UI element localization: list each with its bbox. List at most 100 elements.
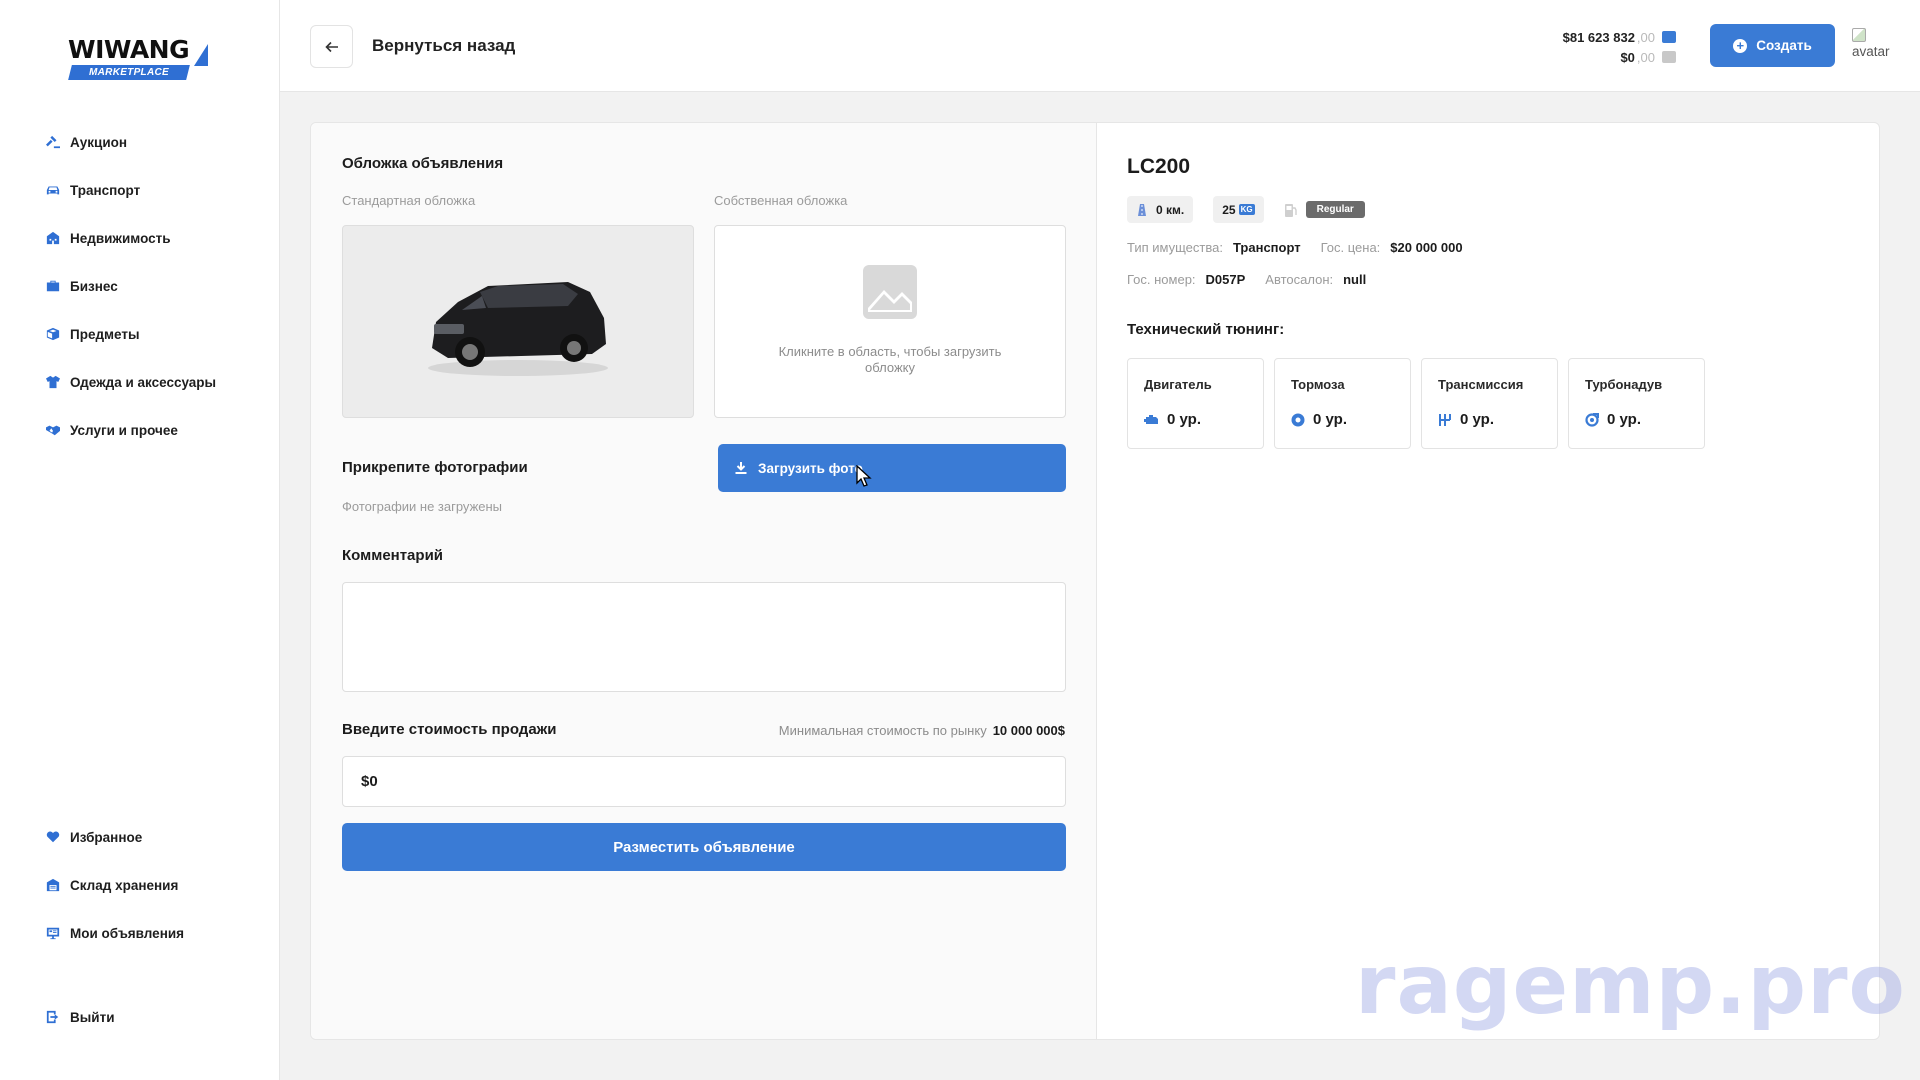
main-nav: Аукцион Транспорт Недвижимость Бизнес Пр…	[0, 118, 280, 454]
price-title: Введите стоимость продажи	[342, 721, 557, 738]
tuning-value: 0 ур.	[1167, 411, 1201, 428]
logout-label: Выйти	[70, 1009, 115, 1025]
post-listing-button[interactable]: Разместить объявление	[342, 823, 1066, 871]
sidebar-item-label: Избранное	[70, 829, 143, 845]
sidebar-item-label: Предметы	[70, 326, 140, 342]
tuning-value: 0 ур.	[1313, 411, 1347, 428]
tuning-name: Тормоза	[1291, 377, 1345, 392]
sidebar-item-label: Недвижимость	[70, 230, 171, 246]
price-input[interactable]: $0	[342, 756, 1066, 807]
weight-value: 25	[1222, 202, 1236, 217]
own-cover-hint: Кликните в область, чтобы загрузить обло…	[778, 344, 1002, 375]
tuning-title: Технический тюнинг:	[1127, 321, 1285, 338]
sidebar-item-label: Бизнес	[70, 278, 118, 294]
image-placeholder-icon	[863, 265, 917, 319]
plate-label: Гос. номер:	[1127, 272, 1196, 287]
top-header: Вернуться назад $81 623 832 ,00 $0 ,00 +…	[280, 0, 1920, 92]
tuning-value: 0 ур.	[1607, 411, 1641, 428]
min-price-label: Минимальная стоимость по рынку	[778, 723, 987, 738]
sidebar-item-label: Одежда и аксессуары	[70, 374, 217, 390]
tuning-value: 0 ур.	[1460, 411, 1494, 428]
logout-button[interactable]: Выйти	[0, 993, 280, 1041]
plate-value: D057P	[1205, 272, 1246, 287]
create-button[interactable]: + Создать	[1710, 24, 1835, 67]
tuning-name: Трансмиссия	[1438, 377, 1524, 392]
card-icon	[1662, 51, 1676, 63]
sidebar-item-label: Услуги и прочее	[70, 422, 178, 438]
own-cover-dropzone[interactable]: Кликните в область, чтобы загрузить обло…	[714, 225, 1066, 418]
comment-textarea[interactable]	[342, 582, 1066, 692]
fuel-type: Regular	[1284, 201, 1365, 218]
tuning-engine: Двигатель 0 ур.	[1127, 358, 1264, 449]
heart-icon	[45, 830, 60, 845]
sidebar-item-items[interactable]: Предметы	[0, 310, 280, 358]
min-price: Минимальная стоимость по рынку 10 000 000…	[779, 723, 1065, 738]
gearbox-icon	[1439, 413, 1451, 426]
tuning-name: Турбонадув	[1585, 377, 1663, 392]
car-image	[428, 281, 608, 376]
sidebar-item-realty[interactable]: Недвижимость	[0, 214, 280, 262]
logout-nav: Выйти	[0, 993, 280, 1041]
arrow-left-icon	[324, 41, 338, 52]
min-price-value: 10 000 000$	[992, 723, 1065, 738]
handshake-icon	[45, 423, 60, 438]
road-icon	[1138, 203, 1146, 216]
tuning-level: 0 ур.	[1585, 411, 1641, 428]
vehicle-info-row-2: Гос. номер: D057P Автосалон: null	[1127, 272, 1386, 287]
sidebar-item-my-listings[interactable]: Мои объявления	[0, 909, 280, 957]
sidebar-item-label: Мои объявления	[70, 925, 185, 941]
balance-main-cents: ,00	[1636, 29, 1655, 45]
sidebar-item-business[interactable]: Бизнес	[0, 262, 280, 310]
weight-chip: 25 KG	[1213, 196, 1264, 223]
wallet-icon	[1662, 31, 1676, 43]
listing-form: Обложка объявления Стандартная обложка С…	[311, 123, 1097, 1039]
sidebar: WIWANG MARKETPLACE Аукцион Транспорт Нед…	[0, 0, 280, 1080]
secondary-nav: Избранное Склад хранения Мои объявления	[0, 813, 280, 957]
standard-cover-label: Стандартная обложка	[342, 193, 476, 208]
tuning-level: 0 ур.	[1438, 411, 1494, 428]
mileage-chip: 0 км.	[1127, 196, 1194, 223]
avatar[interactable]: avatar	[1852, 28, 1890, 60]
balance-main: $81 623 832 ,00	[1563, 27, 1676, 47]
tuning-turbo: Турбонадув 0 ур.	[1568, 358, 1705, 449]
mouse-cursor-icon	[856, 465, 872, 487]
balance-second: $0 ,00	[1563, 47, 1676, 67]
vehicle-info-row-1: Тип имущества: Транспорт Гос. цена: $20 …	[1127, 240, 1483, 255]
cover-title: Обложка объявления	[342, 155, 504, 172]
broken-image-icon	[1852, 28, 1866, 42]
logo-brand: WIWANG	[68, 35, 190, 64]
watermark: ragemp.pro	[1355, 938, 1906, 1033]
gavel-icon	[45, 135, 60, 150]
upload-photo-label: Загрузить фото	[758, 460, 863, 476]
back-button[interactable]	[310, 25, 353, 68]
sidebar-item-label: Склад хранения	[70, 877, 179, 893]
balance-second-cents: ,00	[1636, 49, 1655, 65]
upload-photo-button[interactable]: Загрузить фото	[718, 444, 1066, 492]
comment-title: Комментарий	[342, 547, 444, 564]
sidebar-item-transport[interactable]: Транспорт	[0, 166, 280, 214]
turbo-icon	[1585, 412, 1599, 427]
attach-title: Прикрепите фотографии	[342, 459, 528, 476]
warehouse-icon	[45, 878, 60, 893]
sidebar-item-storage[interactable]: Склад хранения	[0, 861, 280, 909]
fuel-pump-icon	[1284, 203, 1297, 217]
avatar-alt: avatar	[1852, 44, 1890, 59]
sidebar-item-favorites[interactable]: Избранное	[0, 813, 280, 861]
sidebar-item-services[interactable]: Услуги и прочее	[0, 406, 280, 454]
mileage-value: 0 км.	[1156, 202, 1185, 217]
back-title: Вернуться назад	[372, 36, 516, 55]
sidebar-item-clothing[interactable]: Одежда и аксессуары	[0, 358, 280, 406]
vehicle-details: LC200 0 км. 25 KG Regular Тип имущества:…	[1097, 123, 1881, 1039]
sidebar-item-label: Транспорт	[70, 182, 141, 198]
gov-price-value: $20 000 000	[1390, 240, 1463, 255]
download-icon	[735, 462, 747, 474]
balances: $81 623 832 ,00 $0 ,00	[1563, 27, 1676, 67]
gov-price-label: Гос. цена:	[1320, 240, 1381, 255]
tuning-transmission: Трансмиссия 0 ур.	[1421, 358, 1558, 449]
briefcase-icon	[45, 279, 60, 294]
sidebar-item-auction[interactable]: Аукцион	[0, 118, 280, 166]
dealer-value: null	[1343, 272, 1367, 287]
logo[interactable]: WIWANG MARKETPLACE	[68, 36, 214, 84]
fuel-badge: Regular	[1305, 201, 1365, 218]
standard-cover[interactable]	[342, 225, 694, 418]
